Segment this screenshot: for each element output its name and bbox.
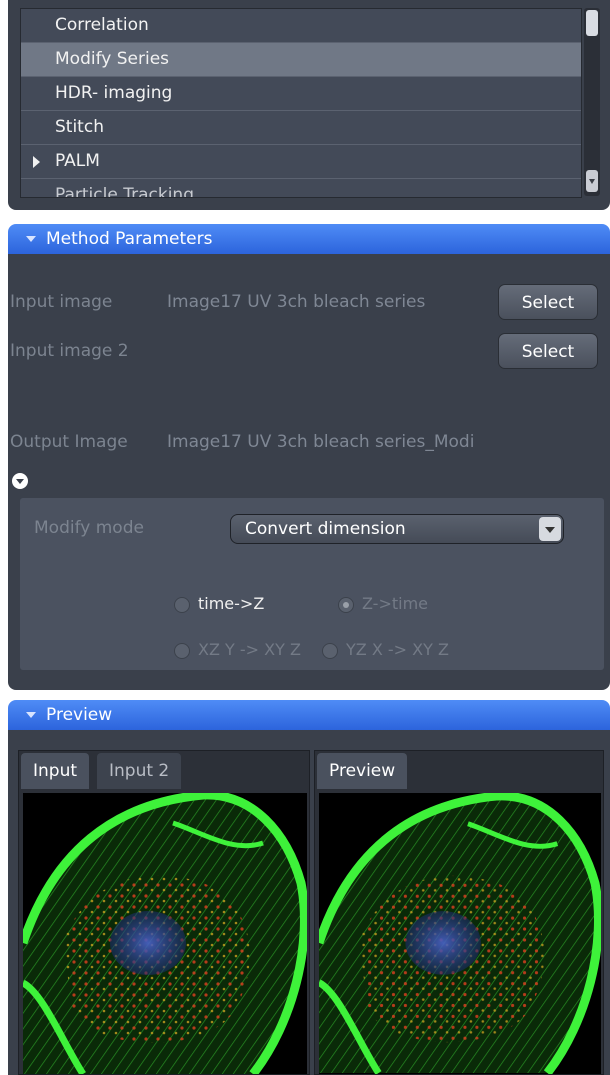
list-item-stitch[interactable]: Stitch — [21, 111, 581, 145]
modify-mode-value: Convert dimension — [245, 519, 406, 539]
method-list-panel: Correlation Modify Series HDR- imaging S… — [8, 0, 610, 210]
preview-image-view[interactable] — [319, 793, 601, 1074]
radio-yzx-to-xyz[interactable] — [322, 643, 338, 659]
tab-input[interactable]: Input — [21, 753, 90, 789]
input-preview-pane: Input Input 2 — [18, 750, 310, 1075]
list-item-label: Particle Tracking — [55, 185, 194, 198]
preview-panel: Input Input 2 Preview — [8, 730, 610, 1075]
chevron-down-icon[interactable] — [539, 517, 561, 541]
radio-label-xzy-to-xyz: XZ Y -> XY Z — [198, 640, 301, 659]
list-item-modify-series[interactable]: Modify Series — [21, 43, 581, 77]
microscopy-image — [23, 793, 307, 1074]
collapse-triangle-icon[interactable] — [26, 712, 36, 718]
input-image-view[interactable] — [23, 793, 307, 1074]
preview-header[interactable]: Preview — [8, 700, 610, 730]
output-image-value: Image17 UV 3ch bleach series_Modi — [167, 432, 475, 452]
radio-xzy-to-xyz[interactable] — [174, 643, 190, 659]
list-item-hdr-imaging[interactable]: HDR- imaging — [21, 77, 581, 111]
radio-time-to-z[interactable] — [174, 597, 190, 613]
list-item-palm[interactable]: PALM — [21, 145, 581, 179]
list-item-label: HDR- imaging — [55, 83, 173, 103]
section-title: Preview — [46, 705, 113, 725]
method-parameters-panel: Input image Image17 UV 3ch bleach series… — [8, 254, 610, 690]
modify-mode-label: Modify mode — [34, 518, 144, 538]
list-item-correlation[interactable]: Correlation — [21, 9, 581, 43]
radio-label-z-to-time: Z->time — [362, 594, 429, 613]
section-title: Method Parameters — [46, 229, 213, 249]
input-image-label: Input image — [10, 292, 113, 312]
output-image-label: Output Image — [10, 432, 128, 452]
microscopy-image — [319, 793, 601, 1074]
expand-arrow-icon[interactable] — [33, 156, 40, 168]
list-item-label: Stitch — [55, 117, 104, 137]
list-item-label: Modify Series — [55, 49, 170, 69]
list-item-label: Correlation — [55, 15, 149, 35]
scroll-down-arrow-icon[interactable] — [586, 170, 598, 192]
tab-input-2[interactable]: Input 2 — [97, 753, 182, 789]
preview-output-pane: Preview — [314, 750, 604, 1075]
list-item-particle-tracking[interactable]: Particle Tracking — [21, 179, 581, 198]
method-parameters-header[interactable]: Method Parameters — [8, 224, 610, 254]
select-input-image-2-button[interactable]: Select — [498, 333, 598, 369]
modify-options-panel: Modify mode Convert dimension time->Z Z-… — [20, 498, 604, 670]
list-item-label: PALM — [55, 151, 100, 171]
expand-options-icon[interactable] — [12, 473, 28, 489]
list-scrollbar[interactable] — [584, 8, 600, 196]
radio-label-time-to-z: time->Z — [198, 594, 265, 613]
method-list: Correlation Modify Series HDR- imaging S… — [20, 8, 582, 198]
radio-label-yzx-to-xyz: YZ X -> XY Z — [346, 640, 449, 659]
tab-preview[interactable]: Preview — [317, 753, 408, 789]
input-image-2-label: Input image 2 — [10, 341, 129, 361]
modify-mode-dropdown[interactable]: Convert dimension — [230, 514, 564, 544]
radio-z-to-time[interactable] — [338, 597, 354, 613]
scrollbar-thumb[interactable] — [586, 10, 598, 36]
collapse-triangle-icon[interactable] — [26, 236, 36, 242]
select-input-image-button[interactable]: Select — [498, 284, 598, 320]
input-image-value: Image17 UV 3ch bleach series — [167, 292, 426, 312]
